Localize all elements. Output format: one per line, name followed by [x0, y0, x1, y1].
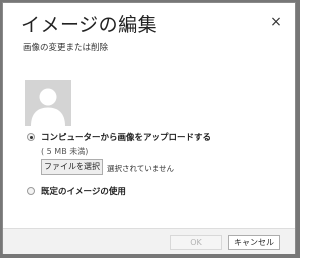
- cancel-button[interactable]: キャンセル: [228, 235, 280, 250]
- use-default-image-radio[interactable]: [27, 187, 35, 195]
- default-user-avatar-icon: [25, 80, 71, 126]
- file-selection-status: 選択されていません: [107, 164, 175, 173]
- edit-image-dialog: イメージの編集 × 画像の変更または削除 コンピューターから画像をアップロードす…: [2, 2, 296, 254]
- file-size-hint: ( 5 MB 未満): [41, 147, 89, 156]
- use-default-image-label[interactable]: 既定のイメージの使用: [41, 185, 126, 197]
- dialog-footer: OK キャンセル: [3, 228, 295, 254]
- avatar-silhouette-icon: [25, 80, 71, 126]
- close-icon[interactable]: ×: [269, 15, 283, 29]
- dialog-subtitle: 画像の変更または削除: [23, 43, 109, 53]
- upload-from-computer-radio[interactable]: [27, 133, 35, 141]
- ok-button[interactable]: OK: [170, 235, 222, 250]
- dialog-title: イメージの編集: [21, 14, 158, 36]
- choose-file-button[interactable]: ファイルを選択: [41, 159, 103, 175]
- upload-from-computer-label[interactable]: コンピューターから画像をアップロードする: [41, 131, 211, 143]
